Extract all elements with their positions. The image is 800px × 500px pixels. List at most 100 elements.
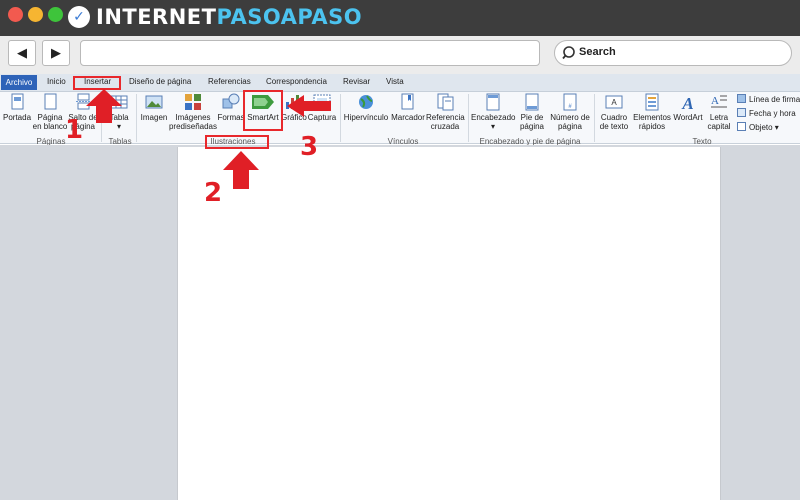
cross-reference-icon [437, 93, 454, 111]
hipervinculo-button[interactable]: Hipervínculo [343, 93, 389, 122]
fecha-hora-button[interactable]: Fecha y hora [737, 108, 796, 118]
cover-page-icon [11, 93, 24, 110]
elementos-label-1: Elementos [633, 113, 671, 122]
blank-page-icon [44, 93, 57, 110]
step-3-label: 3 [300, 132, 319, 162]
elementos-rapidos-button[interactable]: Elementos rápidos [632, 93, 672, 131]
wordart-button[interactable]: A WordArt [672, 93, 704, 122]
marcador-label: Marcador [391, 113, 425, 122]
objeto-button[interactable]: Objeto ▾ [737, 122, 779, 132]
fecha-hora-label: Fecha y hora [749, 109, 796, 118]
arrow-up-icon [86, 89, 122, 123]
cuadro-label-1: Cuadro [600, 113, 628, 122]
tab-inicio[interactable]: Inicio [47, 77, 66, 86]
quick-parts-icon [645, 93, 659, 111]
imagen-label: Imagen [140, 113, 168, 122]
search-icon [562, 46, 575, 60]
svg-text:A: A [611, 98, 617, 107]
text-box-icon: A [605, 95, 623, 109]
cuadro-texto-button[interactable]: A Cuadro de texto [597, 93, 631, 131]
picture-icon [145, 95, 163, 109]
imagenes-label-1: Imágenes [175, 113, 211, 122]
formas-button[interactable]: Formas [217, 93, 245, 122]
back-button[interactable]: ◀ [8, 40, 36, 66]
step-1-label: 1 [65, 115, 84, 145]
linea-firma-label: Línea de firma [749, 95, 800, 104]
globe-icon [359, 95, 373, 109]
browser-titlebar: ✓ INTERNETPASOAPASO [0, 0, 800, 36]
page-number-icon: # [563, 93, 577, 111]
pagina-en-blanco-button[interactable]: Página en blanco [31, 93, 69, 131]
shapes-icon [222, 93, 240, 109]
logo-icon: ✓ [68, 6, 90, 28]
letra-capital-button[interactable]: A Letra capital [704, 93, 734, 131]
imagenes-predisenadas-button[interactable]: Imágenes prediseñadas [168, 93, 218, 131]
browser-toolbar: ◀ ▶ Search [0, 36, 800, 74]
referencia-label-1: Referencia [426, 113, 465, 122]
marcador-button[interactable]: Marcador [390, 93, 426, 122]
group-separator [594, 94, 595, 142]
portada-button[interactable]: Portada [3, 93, 31, 122]
highlight-ilustraciones-group [205, 135, 269, 149]
letra-label-1: Letra [709, 113, 729, 122]
footer-icon [525, 93, 539, 111]
group-separator [340, 94, 341, 142]
arrow-up-icon [223, 151, 259, 189]
svg-text:A: A [711, 95, 719, 107]
site-logo: ✓ INTERNETPASOAPASO [68, 5, 362, 29]
step-2-label: 2 [204, 178, 223, 208]
tab-revisar[interactable]: Revisar [343, 77, 370, 86]
numero-label-2: página [557, 122, 583, 131]
formas-label: Formas [217, 113, 245, 122]
encabezado-button[interactable]: Encabezado ▾ [471, 93, 515, 131]
tab-diseno-pagina[interactable]: Diseño de página [129, 77, 191, 86]
group-separator [468, 94, 469, 142]
close-window-button[interactable] [8, 7, 23, 22]
calendar-icon [737, 108, 746, 117]
search-field[interactable]: Search [554, 40, 792, 66]
tab-archivo[interactable]: Archivo [1, 75, 37, 90]
wordart-label: WordArt [673, 113, 703, 122]
numero-label-1: Número de [550, 113, 590, 122]
pagina-en-blanco-label-1: Página [37, 113, 63, 122]
tab-correspondencia[interactable]: Correspondencia [266, 77, 327, 86]
clip-art-icon [185, 94, 201, 110]
bookmark-icon [401, 93, 414, 110]
pie-label-1: Pie de [520, 113, 544, 122]
portada-label: Portada [3, 113, 32, 122]
referencia-cruzada-button[interactable]: Referencia cruzada [426, 93, 465, 131]
object-icon [737, 122, 746, 131]
highlight-smartart-button [243, 90, 283, 131]
letra-label-2: capital [707, 122, 731, 131]
header-icon [486, 93, 500, 111]
signature-line-icon [737, 94, 746, 103]
document-canvas [0, 145, 800, 500]
encabezado-dropdown-arrow: ▾ [490, 122, 495, 131]
elementos-label-2: rápidos [638, 122, 666, 131]
pagina-en-blanco-label-2: en blanco [32, 122, 68, 131]
wordart-icon: A [681, 94, 693, 111]
referencia-label-2: cruzada [430, 122, 460, 131]
search-placeholder: Search [579, 46, 616, 58]
document-page[interactable] [177, 147, 721, 500]
maximize-window-button[interactable] [48, 7, 63, 22]
forward-button[interactable]: ▶ [42, 40, 70, 66]
tab-referencias[interactable]: Referencias [208, 77, 251, 86]
cuadro-label-2: de texto [599, 122, 629, 131]
tab-vista[interactable]: Vista [386, 77, 404, 86]
svg-text:A: A [681, 94, 693, 111]
imagen-button[interactable]: Imagen [140, 93, 168, 122]
numero-pagina-button[interactable]: # Número de página [550, 93, 590, 131]
address-bar[interactable] [80, 40, 540, 66]
minimize-window-button[interactable] [28, 7, 43, 22]
objeto-label: Objeto [749, 123, 773, 132]
linea-firma-button[interactable]: Línea de firma [737, 94, 800, 104]
arrow-left-icon [287, 95, 331, 117]
drop-cap-icon: A [711, 95, 727, 108]
pie-pagina-button[interactable]: Pie de página [515, 93, 549, 131]
imagenes-label-2: prediseñadas [168, 122, 218, 131]
group-separator [136, 94, 137, 142]
pie-label-2: página [519, 122, 545, 131]
logo-text: INTERNETPASOAPASO [96, 5, 363, 29]
hipervinculo-label: Hipervínculo [343, 113, 389, 122]
